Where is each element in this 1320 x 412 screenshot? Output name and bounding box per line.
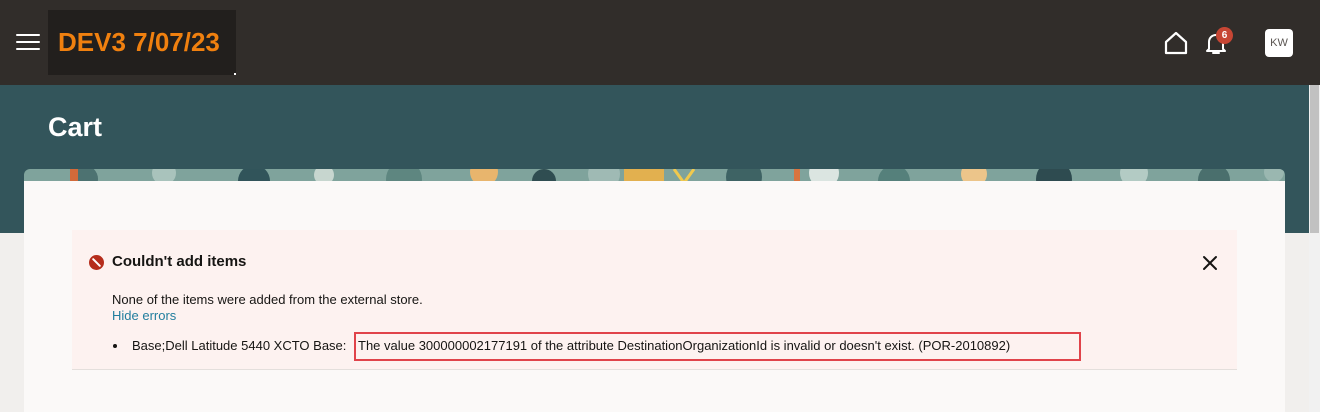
alert-title: Couldn't add items — [112, 253, 247, 270]
error-item-prefix: Base;Dell Latitude 5440 XCTO Base: — [132, 338, 347, 353]
error-item-text: The value 300000002177191 of the attribu… — [358, 338, 1011, 353]
environment-label: DEV3 7/07/23 — [58, 27, 220, 57]
list-bullet — [113, 344, 117, 348]
alert-message: None of the items were added from the ex… — [112, 292, 423, 307]
hide-errors-link[interactable]: Hide errors — [112, 308, 176, 323]
scrollbar-thumb[interactable] — [1310, 85, 1319, 233]
error-icon — [89, 255, 104, 270]
user-avatar[interactable]: KW — [1265, 29, 1293, 57]
page-title: Cart — [48, 112, 103, 142]
environment-banner: DEV3 7/07/23 — [48, 10, 236, 75]
divider — [234, 73, 236, 75]
close-icon[interactable] — [1200, 253, 1220, 273]
home-icon[interactable] — [1163, 30, 1189, 56]
notification-badge: 6 — [1216, 27, 1233, 44]
hamburger-menu-icon[interactable] — [16, 34, 40, 52]
